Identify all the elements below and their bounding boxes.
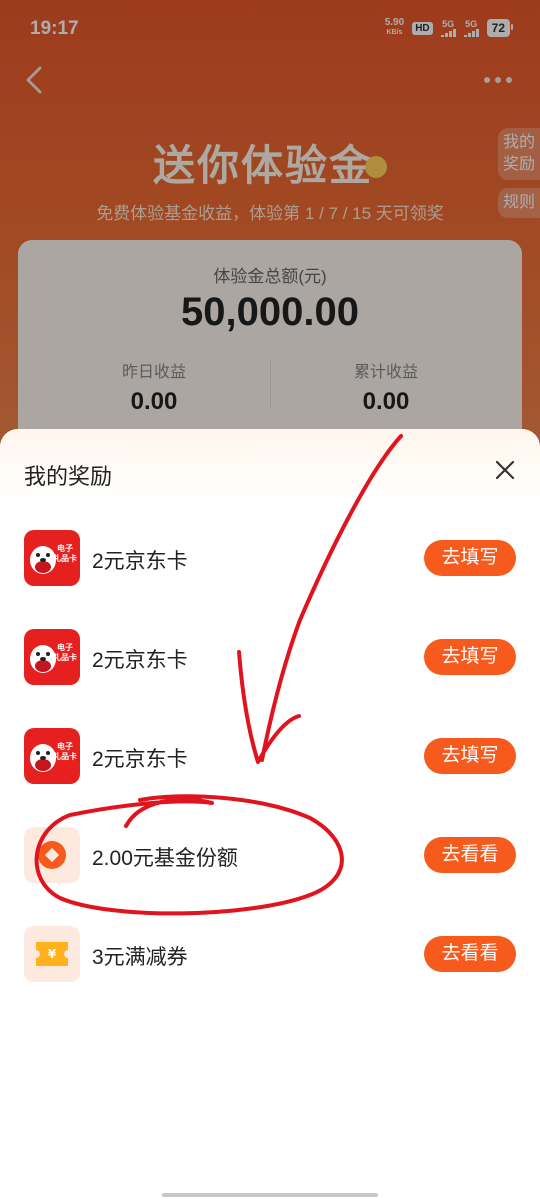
reward-item: 2.00元基金份额 去看看	[0, 826, 540, 886]
close-icon	[495, 460, 515, 480]
reward-item: 电子 礼品卡 2元京东卡 去填写	[0, 529, 540, 589]
jd-gift-card-icon: 电子 礼品卡	[24, 530, 80, 586]
home-indicator[interactable]	[162, 1193, 378, 1197]
fill-in-button[interactable]: 去填写	[424, 639, 516, 675]
reward-name: 2元京东卡	[92, 748, 188, 771]
fund-coin-icon	[24, 827, 80, 883]
view-button[interactable]: 去看看	[424, 936, 516, 972]
close-button[interactable]	[490, 455, 520, 485]
reward-item: 电子 礼品卡 2元京东卡 去填写	[0, 628, 540, 688]
fill-in-button[interactable]: 去填写	[424, 540, 516, 576]
rewards-sheet: 我的奖励 电子 礼品卡 2元京东卡 去填写 电子 礼品卡 2元京东卡 去填写 电…	[0, 429, 540, 1200]
jd-gift-card-icon: 电子 礼品卡	[24, 728, 80, 784]
reward-name: 2.00元基金份额	[92, 847, 238, 870]
view-button[interactable]: 去看看	[424, 837, 516, 873]
reward-item: 电子 礼品卡 2元京东卡 去填写	[0, 727, 540, 787]
reward-name: 3元满减券	[92, 946, 188, 969]
reward-name: 2元京东卡	[92, 550, 188, 573]
fill-in-button[interactable]: 去填写	[424, 738, 516, 774]
svg-text:¥: ¥	[48, 947, 57, 961]
yuan-coupon-icon: ¥	[24, 926, 80, 982]
sheet-title: 我的奖励	[24, 464, 113, 489]
jd-gift-card-icon: 电子 礼品卡	[24, 629, 80, 685]
reward-item: ¥ 3元满减券 去看看	[0, 925, 540, 985]
reward-name: 2元京东卡	[92, 649, 188, 672]
